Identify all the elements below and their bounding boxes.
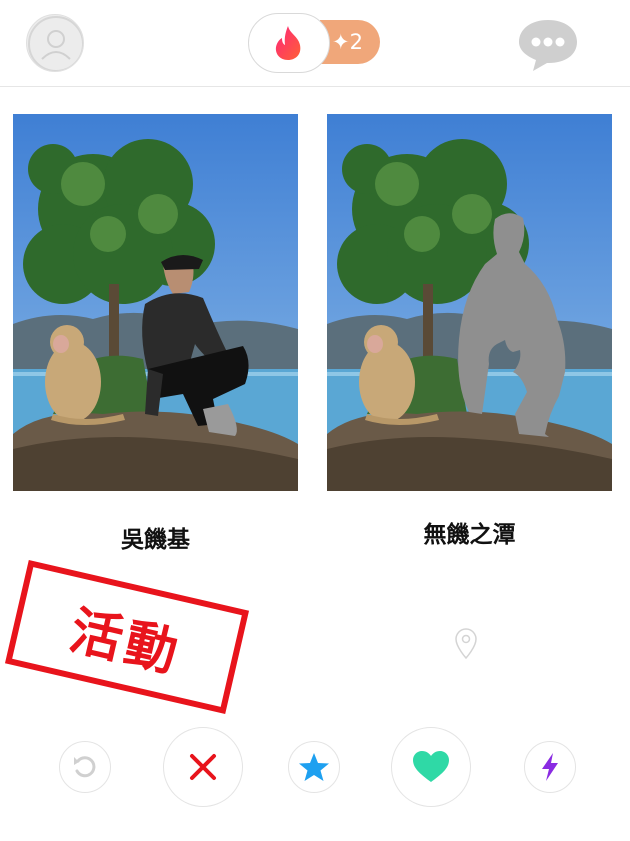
heart-icon <box>413 751 449 782</box>
profile-name-left: 吳饑基 <box>121 527 190 553</box>
star-icon <box>299 753 329 781</box>
rewind-icon <box>74 756 96 778</box>
boost-button[interactable] <box>524 741 576 793</box>
nope-button[interactable] <box>163 727 243 807</box>
event-stamp: 活動 <box>4 559 250 715</box>
profile-photo-left[interactable] <box>13 114 298 491</box>
stamp-text: 活動 <box>64 600 188 685</box>
profile-avatar[interactable] <box>26 14 84 72</box>
super-like-button[interactable] <box>288 741 340 793</box>
like-button[interactable] <box>391 727 471 807</box>
profile-photo-right[interactable] <box>327 114 612 491</box>
avatar-icon <box>28 16 83 71</box>
chat-bubble-icon[interactable] <box>516 16 580 72</box>
close-icon <box>190 754 216 780</box>
rewind-button[interactable] <box>59 741 111 793</box>
badge-text: ✦2 <box>332 30 363 54</box>
location-pin-icon <box>455 628 477 660</box>
flame-icon <box>275 26 301 60</box>
profile-name-right: 無饑之潭 <box>423 522 516 548</box>
lightning-icon <box>542 753 558 781</box>
tinder-logo-button[interactable] <box>248 13 330 73</box>
